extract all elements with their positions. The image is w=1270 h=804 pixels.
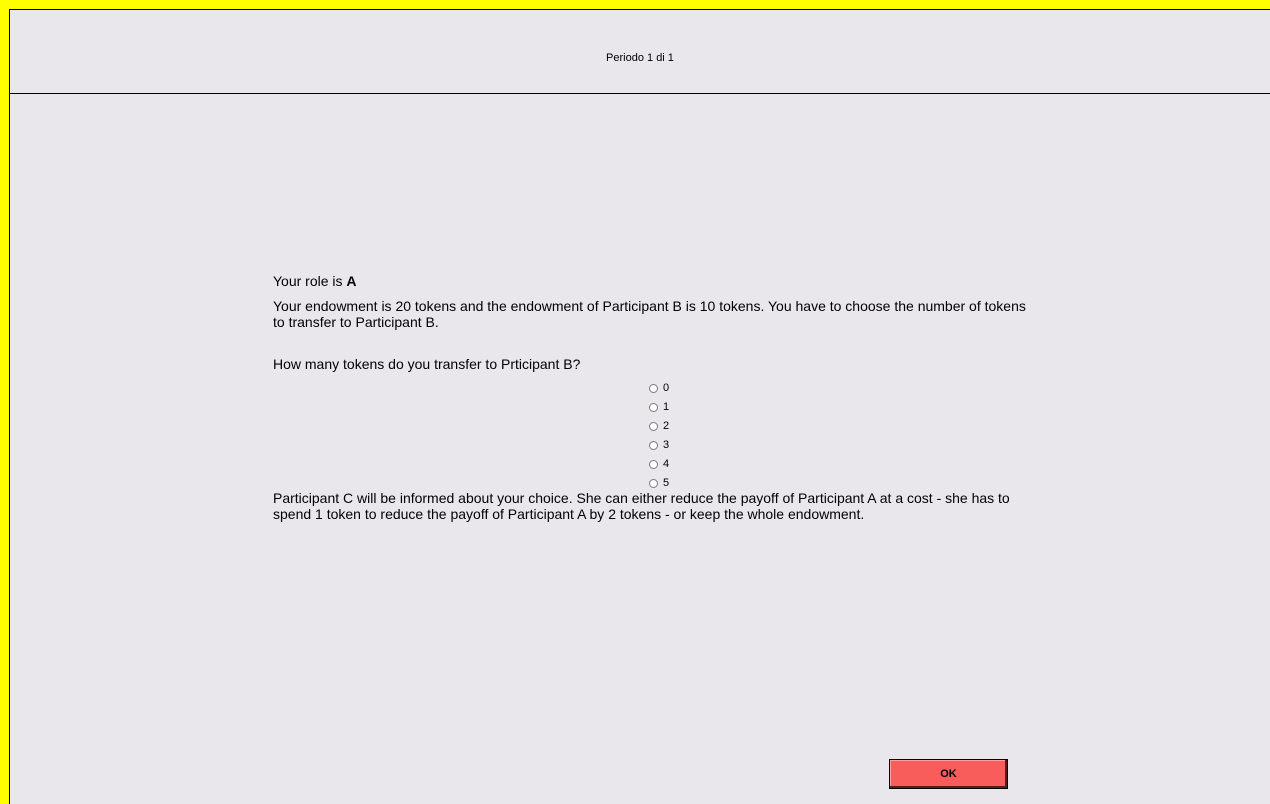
transfer-option-1[interactable]: 1 bbox=[649, 401, 1033, 414]
transfer-option-label: 4 bbox=[663, 458, 670, 470]
transfer-option-3[interactable]: 3 bbox=[649, 439, 1033, 452]
period-header: Periodo 1 di 1 bbox=[10, 10, 1270, 94]
transfer-option-label: 0 bbox=[663, 382, 670, 394]
ok-button[interactable]: OK bbox=[889, 759, 1008, 789]
transfer-option-4[interactable]: 4 bbox=[649, 458, 1033, 471]
transfer-options: 0 1 2 3 4 5 bbox=[273, 382, 1033, 490]
transfer-option-label: 5 bbox=[663, 477, 670, 489]
transfer-option-5[interactable]: 5 bbox=[649, 477, 1033, 490]
radio-button[interactable] bbox=[649, 460, 658, 469]
role-text: Your role is A bbox=[273, 273, 1033, 289]
transfer-option-label: 3 bbox=[663, 439, 670, 451]
transfer-option-label: 1 bbox=[663, 401, 670, 413]
transfer-option-0[interactable]: 0 bbox=[649, 382, 1033, 395]
transfer-question: How many tokens do you transfer to Prtic… bbox=[273, 356, 581, 372]
participant-c-info: Participant C will be informed about you… bbox=[273, 490, 1010, 522]
radio-button[interactable] bbox=[649, 403, 658, 412]
endowment-text: Your endowment is 20 tokens and the endo… bbox=[273, 298, 1026, 330]
role-value: A bbox=[346, 273, 357, 289]
transfer-option-2[interactable]: 2 bbox=[649, 420, 1033, 433]
radio-button[interactable] bbox=[649, 479, 658, 488]
app-window: Periodo 1 di 1 Your role is A Your endow… bbox=[9, 9, 1270, 804]
radio-button[interactable] bbox=[649, 422, 658, 431]
period-label: Periodo 1 di 1 bbox=[606, 52, 674, 64]
radio-button[interactable] bbox=[649, 384, 658, 393]
instructions-panel: Your role is A Your endowment is 20 toke… bbox=[273, 273, 1033, 522]
role-prefix: Your role is bbox=[273, 273, 347, 289]
transfer-option-label: 2 bbox=[663, 420, 670, 432]
radio-button[interactable] bbox=[649, 441, 658, 450]
